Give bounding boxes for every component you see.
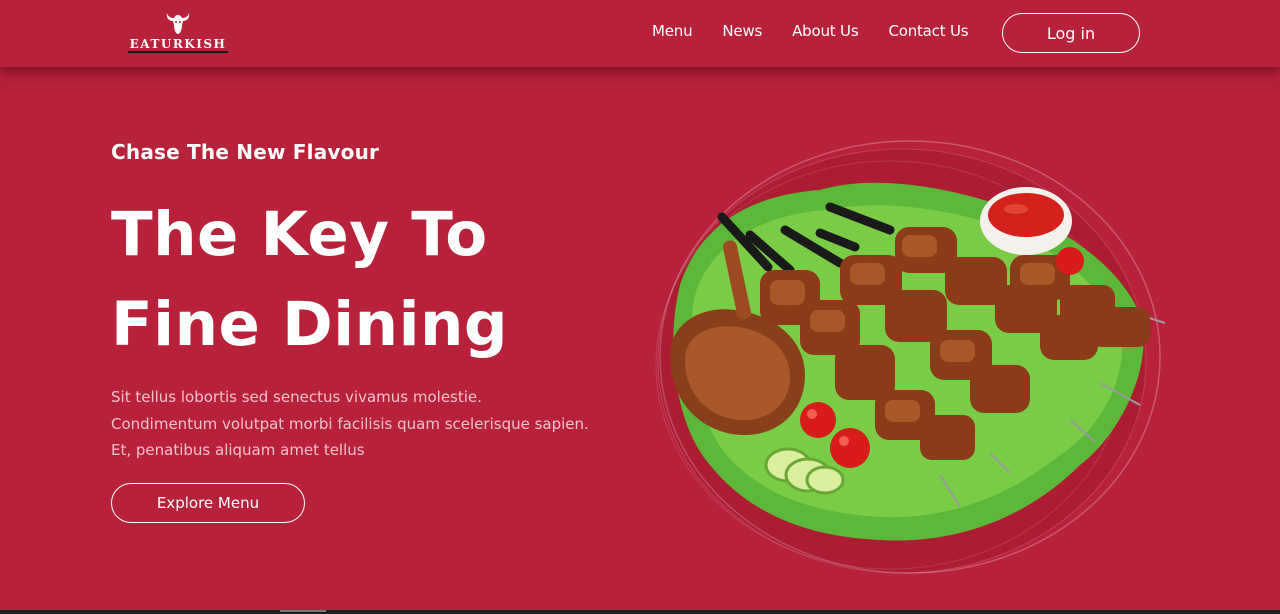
login-button[interactable]: Log in [1002, 13, 1140, 53]
main-nav: Menu News About Us Contact Us [652, 22, 969, 40]
logo-underline [128, 51, 228, 53]
explore-menu-button[interactable]: Explore Menu [111, 483, 305, 523]
bull-head-icon [166, 13, 190, 34]
hero-title-line2: Fine Dining [111, 289, 509, 360]
nav-link-menu[interactable]: Menu [652, 22, 693, 40]
kebab-platter-image [640, 135, 1180, 580]
nav-link-news[interactable]: News [722, 22, 762, 40]
hero-tagline: Chase The New Flavour [111, 140, 380, 164]
hero-title-line1: The Key To [111, 199, 488, 270]
top-navbar: EATURKISH Menu News About Us Contact Us … [0, 0, 1280, 67]
bottom-divider [0, 610, 1280, 614]
nav-link-contact-us[interactable]: Contact Us [888, 22, 968, 40]
brand-logo[interactable]: EATURKISH [126, 9, 230, 55]
hero-title: The Key To Fine Dining [111, 190, 591, 370]
hero-description: Sit tellus lobortis sed senectus vivamus… [111, 388, 589, 459]
brand-name: EATURKISH [129, 37, 227, 51]
nav-link-about-us[interactable]: About Us [792, 22, 859, 40]
